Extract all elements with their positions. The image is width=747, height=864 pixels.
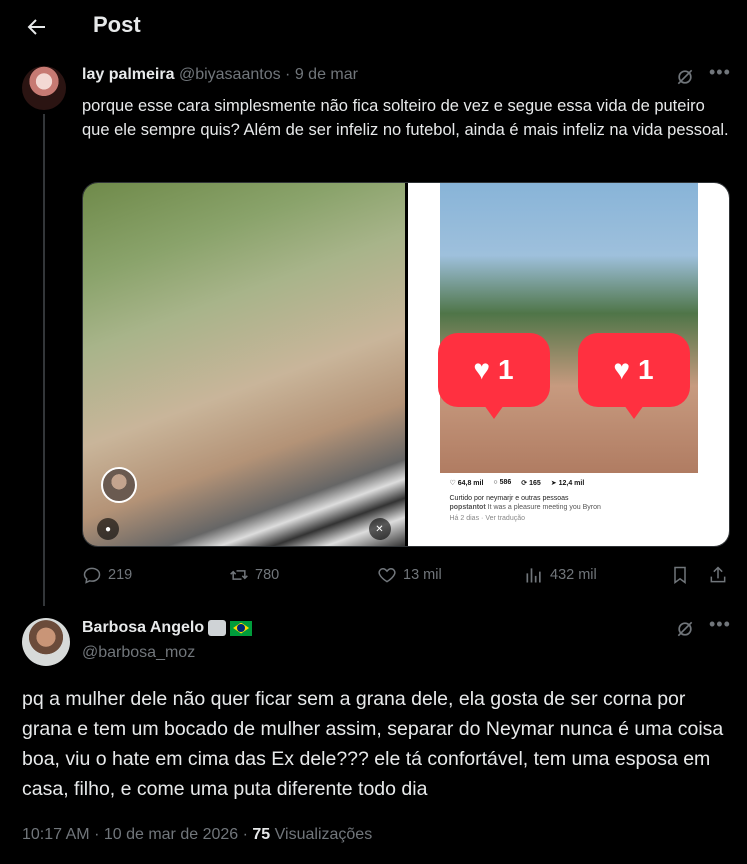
analytics-icon — [526, 568, 541, 583]
heart-icon: ♥ — [473, 354, 491, 385]
author-name[interactable]: Barbosa Angelo — [82, 619, 204, 637]
grok-icon — [677, 69, 693, 85]
avatar[interactable] — [22, 66, 66, 110]
embedded-post-footer: ♡ 64,8 mil ○ 586 ⟳ 165 ➤ 12,4 mil Curtid… — [439, 473, 698, 546]
bookmark-button[interactable] — [670, 565, 690, 585]
reply-count: 219 — [108, 567, 133, 583]
like-notification-badge: ♥ 1 — [437, 333, 550, 419]
screenshot-photo — [439, 183, 698, 473]
author-handle[interactable]: @barbosa_moz — [82, 644, 195, 662]
author-name[interactable]: lay palmeira — [82, 66, 175, 83]
post-text: porque esse cara simplesmente não fica s… — [82, 97, 729, 139]
grok-button[interactable] — [675, 67, 695, 87]
more-icon: ••• — [709, 614, 731, 634]
page-title: Post — [93, 12, 141, 37]
top-bar: Post — [0, 0, 747, 53]
post-date[interactable]: 10 de mar de 2026 — [104, 826, 238, 843]
story-avatar — [101, 467, 137, 503]
media-image-1[interactable]: ● ✕ — [83, 183, 405, 546]
thread-connector — [43, 114, 45, 606]
share-button[interactable] — [708, 565, 728, 585]
post-text: pq a mulher dele não quer ficar sem a gr… — [22, 688, 724, 800]
post-time[interactable]: 10:17 AM — [22, 826, 90, 843]
mute-icon: ✕ — [368, 518, 391, 540]
views-button[interactable]: 432 mil — [524, 565, 597, 585]
avatar[interactable] — [22, 618, 70, 666]
more-options-button[interactable]: ••• — [709, 62, 731, 83]
repost-button[interactable]: 780 — [229, 565, 279, 585]
reply-icon — [83, 567, 101, 584]
parent-actions: 219 780 13 mil 432 mil — [82, 562, 730, 590]
brazil-flag-icon — [230, 620, 253, 636]
grok-button[interactable] — [675, 619, 695, 639]
heart-icon: ♥ — [613, 354, 631, 385]
more-icon: ••• — [709, 62, 731, 82]
repost-icon — [230, 570, 248, 580]
separator: · — [285, 66, 291, 83]
label-badge-icon — [208, 620, 227, 636]
media-grid: ● ✕ ♥ 1 ♥ 1 ♡ 64,8 mil ○ 586 ⟳ 165 ➤ 12,… — [82, 182, 730, 547]
like-count: 13 mil — [403, 567, 442, 583]
parent-meta: lay palmeira @biyasaantos · 9 de mar — [82, 66, 358, 84]
like-button[interactable]: 13 mil — [377, 565, 442, 585]
views-count: 432 mil — [550, 567, 597, 583]
reply-button[interactable]: 219 — [82, 565, 132, 585]
heart-icon — [378, 567, 396, 583]
repost-count: 780 — [255, 567, 280, 583]
author-handle[interactable]: @biyasaantos — [179, 66, 281, 83]
post-date[interactable]: 9 de mar — [295, 66, 358, 83]
arrow-left-icon — [27, 19, 45, 35]
media-image-2[interactable]: ♥ 1 ♥ 1 ♡ 64,8 mil ○ 586 ⟳ 165 ➤ 12,4 mi… — [407, 183, 729, 546]
more-options-button[interactable]: ••• — [709, 614, 731, 635]
share-icon — [710, 566, 726, 583]
post-footer: 10:17 AM · 10 de mar de 2026 · 75 Visual… — [22, 826, 373, 843]
grok-icon — [677, 621, 693, 637]
views-label: Visualizações — [274, 826, 373, 843]
back-button[interactable] — [22, 13, 50, 41]
bookmark-icon — [674, 566, 686, 584]
user-icon: ● — [97, 518, 119, 540]
author-name-row: Barbosa Angelo — [82, 619, 253, 637]
views-count: 75 — [252, 826, 271, 843]
like-notification-badge: ♥ 1 — [577, 333, 690, 419]
separator: · — [94, 826, 100, 843]
